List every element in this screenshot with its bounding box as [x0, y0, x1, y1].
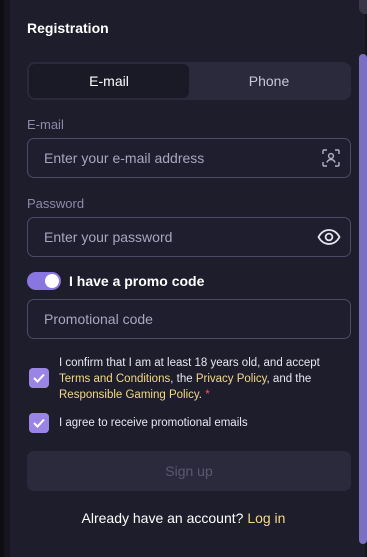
required-mark: * — [205, 389, 210, 401]
eye-icon[interactable] — [317, 228, 341, 246]
promo-emails-label: I agree to receive promotional emails — [59, 417, 248, 429]
consent-text-part: I confirm that I am at least 18 years ol… — [59, 357, 320, 369]
check-icon — [33, 373, 45, 383]
consent-text-part: , the — [170, 373, 196, 385]
method-tabs: E-mail Phone — [27, 62, 351, 100]
email-field[interactable]: Enter your e-mail address — [27, 138, 351, 178]
scrollbar[interactable] — [359, 54, 367, 544]
consent-checkbox[interactable] — [29, 368, 49, 388]
login-prompt: Already have an account? — [81, 510, 244, 526]
promo-code-field[interactable]: Promotional code — [27, 299, 351, 339]
consent-row: I confirm that I am at least 18 years ol… — [29, 355, 344, 403]
email-label: E-mail — [27, 117, 64, 132]
promo-toggle-row: I have a promo code — [27, 272, 204, 290]
terms-link[interactable]: Terms and Conditions — [59, 373, 170, 385]
consent-text-part: , and the — [266, 373, 312, 385]
contact-scan-icon[interactable] — [321, 148, 341, 168]
scroll-top-tab — [359, 0, 367, 14]
promo-emails-row: I agree to receive promotional emails — [29, 413, 344, 433]
signup-button[interactable]: Sign up — [27, 451, 351, 491]
tab-phone[interactable]: Phone — [189, 64, 349, 98]
gaming-policy-link[interactable]: Responsible Gaming Policy — [59, 389, 199, 401]
email-placeholder: Enter your e-mail address — [44, 150, 205, 166]
check-icon — [33, 418, 45, 428]
consent-text-part: . — [198, 389, 202, 401]
privacy-link[interactable]: Privacy Policy — [196, 373, 267, 385]
password-field[interactable]: Enter your password — [27, 217, 351, 257]
consent-text: I confirm that I am at least 18 years ol… — [59, 355, 344, 403]
password-placeholder: Enter your password — [44, 229, 173, 245]
promo-toggle[interactable] — [27, 272, 61, 290]
tab-email[interactable]: E-mail — [29, 64, 189, 98]
left-edge-strip — [0, 0, 4, 557]
promo-emails-checkbox[interactable] — [29, 413, 49, 433]
promo-placeholder: Promotional code — [44, 311, 153, 327]
page-title: Registration — [27, 20, 109, 36]
toggle-knob — [45, 274, 59, 288]
password-label: Password — [27, 196, 85, 211]
promo-toggle-label: I have a promo code — [69, 273, 205, 289]
login-prompt-row: Already have an account? Log in — [0, 510, 367, 526]
login-link[interactable]: Log in — [247, 510, 285, 526]
